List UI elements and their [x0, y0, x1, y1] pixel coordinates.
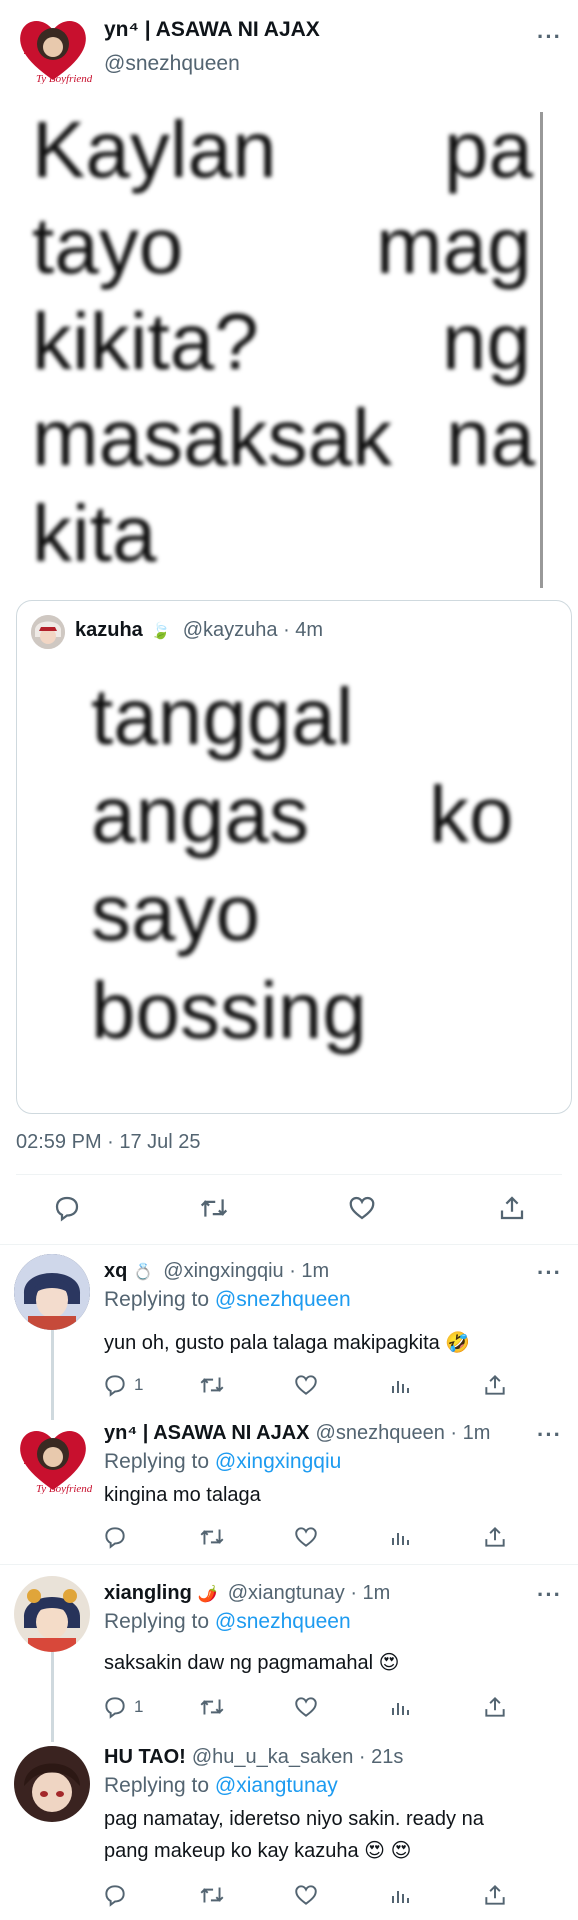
like-icon[interactable] — [293, 1372, 319, 1403]
quoted-media-word: tanggal — [91, 672, 354, 761]
share-icon[interactable] — [482, 1694, 508, 1725]
quoted-handle-time: @kayzuha · 4m — [182, 619, 324, 641]
handle[interactable]: @snezhqueen — [104, 52, 240, 76]
media-word: Kaylan — [32, 105, 277, 194]
avatar[interactable] — [31, 615, 65, 649]
media-word: tayo — [32, 201, 184, 290]
like-icon[interactable] — [293, 1882, 319, 1913]
reply-text: kingina mo talaga — [104, 1484, 261, 1506]
retweet-icon[interactable] — [198, 1882, 226, 1913]
display-name[interactable]: yn⁴ | ASAWA NI AJAX — [104, 18, 320, 42]
retweet-icon[interactable] — [198, 1694, 226, 1725]
more-icon[interactable]: ··· — [537, 1260, 562, 1286]
reply-button[interactable]: 1 — [102, 1694, 143, 1720]
media-word: ng — [442, 297, 531, 386]
quoted-media-word: sayo — [91, 868, 260, 957]
display-name[interactable]: xq — [104, 1260, 127, 1283]
replying-to-label: Replying to — [104, 1450, 210, 1473]
more-icon[interactable]: ··· — [537, 1422, 562, 1448]
quoted-media-word: ko — [429, 770, 514, 859]
share-icon[interactable] — [482, 1372, 508, 1403]
replying-to-label: Replying to — [104, 1774, 210, 1797]
views-icon[interactable] — [388, 1372, 412, 1403]
media-word: pa — [444, 105, 533, 194]
divider — [16, 1174, 562, 1175]
retweet-icon[interactable] — [198, 1524, 226, 1555]
media-word: masaksak — [32, 393, 393, 482]
views-icon[interactable] — [388, 1882, 412, 1913]
like-icon[interactable] — [293, 1524, 319, 1555]
reply-icon[interactable] — [102, 1524, 128, 1555]
chili-icon: 🌶️ — [197, 1585, 218, 1603]
avatar[interactable]: 1 Ty Boyfriend — [14, 14, 93, 85]
divider — [0, 1564, 578, 1565]
reply-count: 1 — [134, 1375, 144, 1394]
reply-icon — [105, 1697, 125, 1719]
reply-button[interactable]: 1 — [102, 1372, 143, 1398]
timestamp[interactable]: 02:59 PM · 17 Jul 25 — [16, 1131, 201, 1154]
media-word: na — [446, 393, 535, 482]
media-word: kita — [32, 489, 157, 578]
share-icon[interactable] — [482, 1882, 508, 1913]
display-name[interactable]: yn⁴ | ASAWA NI AJAX — [104, 1422, 310, 1445]
svg-text:Ty Boyfriend: Ty Boyfriend — [36, 73, 92, 84]
media-word: kikita? — [32, 297, 259, 386]
quoted-media-word: angas — [91, 770, 309, 859]
replying-to-label: Replying to — [104, 1610, 210, 1633]
svg-text:1: 1 — [22, 1441, 35, 1470]
tweet-media[interactable]: Kaylan pa tayo mag kikita? ng masaksak n… — [26, 104, 546, 588]
replying-to-link[interactable]: @xingxingqiu — [215, 1450, 341, 1473]
reply-text: pag namatay, ideretso niyo sakin. ready … — [104, 1808, 484, 1830]
replying-to-label: Replying to — [104, 1288, 210, 1311]
ring-icon: 💍 — [133, 1263, 154, 1281]
share-icon[interactable] — [497, 1193, 527, 1228]
display-name[interactable]: xiangling — [104, 1582, 192, 1605]
avatar[interactable] — [14, 1254, 90, 1330]
replying-to-link[interactable]: @snezhqueen — [215, 1288, 351, 1311]
handle-time[interactable]: @xingxingqiu · 1m — [163, 1260, 329, 1283]
leaf-icon: 🍃 — [150, 622, 171, 640]
reply-text: saksakin daw ng pagmamahal 😍 — [104, 1652, 400, 1674]
avatar[interactable] — [14, 1576, 90, 1652]
quoted-display-name: kazuha — [75, 619, 143, 641]
like-icon[interactable] — [293, 1694, 319, 1725]
handle-time[interactable]: @xiangtunay · 1m — [228, 1582, 391, 1605]
replying-to-link[interactable]: @xiangtunay — [215, 1774, 338, 1797]
handle-time[interactable]: @hu_u_ka_saken · 21s — [192, 1746, 404, 1769]
views-icon[interactable] — [388, 1524, 412, 1555]
reply-text: pang makeup ko kay kazuha 😍 😍 — [104, 1840, 412, 1862]
replying-to-link[interactable]: @snezhqueen — [215, 1610, 351, 1633]
svg-text:Ty Boyfriend: Ty Boyfriend — [36, 1483, 92, 1494]
reply-icon — [105, 1375, 125, 1397]
media-word: mag — [376, 201, 532, 290]
avatar[interactable] — [14, 1746, 90, 1822]
reply-text: yun oh, gusto pala talaga makipagkita 🤣 — [104, 1332, 471, 1354]
views-icon[interactable] — [388, 1694, 412, 1725]
thread-line — [51, 1652, 54, 1742]
like-icon[interactable] — [347, 1193, 377, 1228]
svg-text:1: 1 — [22, 31, 35, 60]
reply-icon[interactable] — [102, 1882, 128, 1913]
thread-line — [51, 1330, 54, 1420]
retweet-icon[interactable] — [198, 1193, 230, 1228]
reply-icon[interactable] — [52, 1193, 82, 1228]
more-icon[interactable]: ··· — [537, 24, 562, 50]
quoted-media-word: bossing — [91, 966, 367, 1055]
reply-count: 1 — [134, 1697, 144, 1716]
display-name[interactable]: HU TAO! — [104, 1746, 186, 1769]
more-icon[interactable]: ··· — [537, 1582, 562, 1608]
share-icon[interactable] — [482, 1524, 508, 1555]
divider — [0, 1244, 578, 1245]
handle-time[interactable]: @snezhqueen · 1m — [316, 1422, 491, 1445]
quoted-tweet[interactable]: kazuha 🍃 @kayzuha · 4m tanggal angas ko … — [16, 600, 572, 1114]
media-scrollbar — [540, 112, 543, 588]
retweet-icon[interactable] — [198, 1372, 226, 1403]
avatar[interactable]: 1 Ty Boyfriend — [14, 1424, 93, 1495]
